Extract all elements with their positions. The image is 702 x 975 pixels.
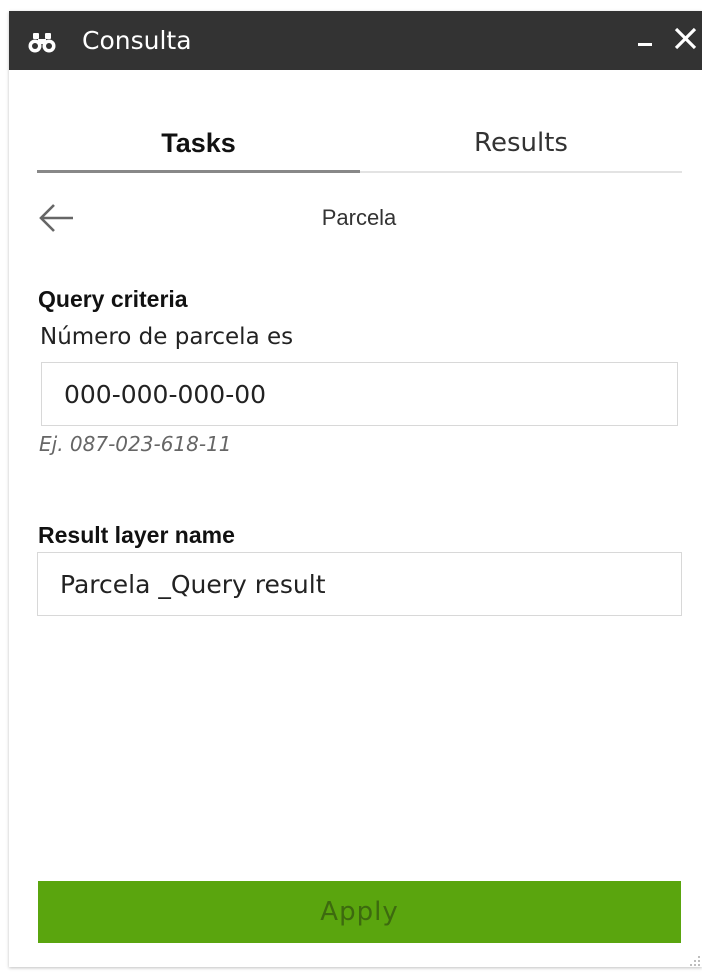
- page-title: Parcela: [321, 205, 397, 230]
- tab-results-label: Results: [474, 128, 568, 158]
- result-layer-name-input[interactable]: [37, 552, 682, 616]
- title-bar[interactable]: Consulta: [9, 11, 702, 70]
- tab-tasks-label: Tasks: [161, 128, 236, 158]
- minimize-icon[interactable]: [635, 31, 657, 53]
- tab-results[interactable]: Results: [360, 123, 682, 171]
- apply-button[interactable]: Apply: [38, 881, 681, 943]
- tab-tasks[interactable]: Tasks: [37, 123, 360, 173]
- query-widget-panel: Consulta Tasks Results Parcela Query cri…: [9, 11, 702, 967]
- result-layer-heading: Result layer name: [38, 522, 235, 548]
- arrow-left-icon[interactable]: [37, 201, 77, 235]
- tab-bar: Tasks Results: [37, 123, 682, 173]
- query-criteria-heading: Query criteria: [38, 286, 188, 312]
- parcel-number-label: Número de parcela es: [40, 324, 294, 350]
- active-tab-indicator: [37, 170, 360, 173]
- parcel-number-input[interactable]: [41, 362, 678, 426]
- close-icon[interactable]: [670, 24, 700, 54]
- window-title: Consulta: [82, 26, 192, 55]
- resize-grip-icon[interactable]: [687, 953, 701, 967]
- binoculars-icon: [28, 33, 56, 53]
- parcel-number-hint: Ej. 087-023-618-11: [39, 432, 232, 456]
